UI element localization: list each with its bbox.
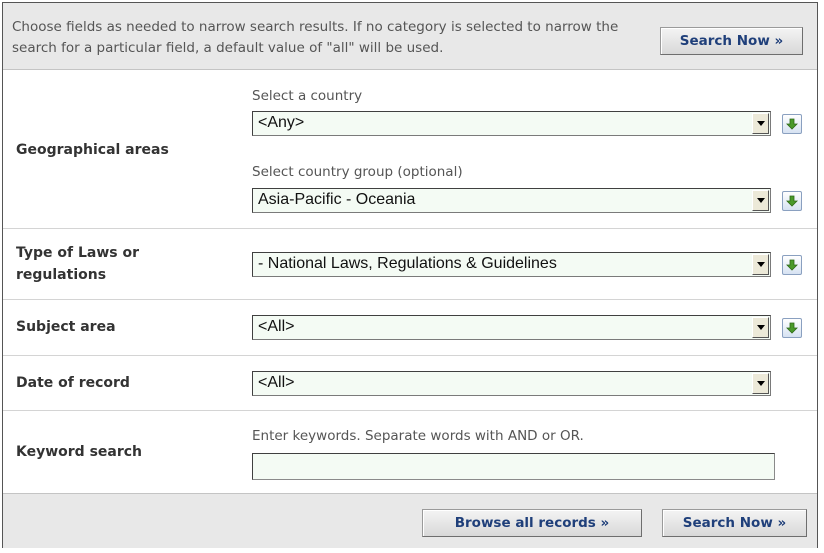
laws-type-select[interactable]: - National Laws, Regulations & Guideline… xyxy=(252,252,771,277)
search-now-button-top[interactable]: Search Now » xyxy=(660,27,803,55)
laws-type-label-line1: Type of Laws or xyxy=(16,245,140,261)
country-group-hint: Select country group (optional) xyxy=(252,164,463,180)
country-hint: Select a country xyxy=(252,88,363,104)
intro-text: Choose fields as needed to narrow search… xyxy=(12,19,619,56)
search-now-button-bottom[interactable]: Search Now » xyxy=(662,509,807,537)
form-header: Choose fields as needed to narrow search… xyxy=(3,3,817,70)
date-of-record-select-value: <All> xyxy=(258,374,295,391)
row-divider xyxy=(3,299,817,300)
subject-area-label: Subject area xyxy=(16,319,116,335)
add-to-selection-icon xyxy=(786,259,798,271)
laws-type-label-line2: regulations xyxy=(16,267,107,283)
country-select-value: <Any> xyxy=(258,114,305,131)
country-select[interactable]: <Any> xyxy=(252,111,771,136)
chevron-down-icon[interactable] xyxy=(752,254,769,275)
add-subject-area-button[interactable] xyxy=(782,318,802,338)
row-divider xyxy=(3,410,817,411)
add-to-selection-icon xyxy=(786,195,798,207)
country-group-select[interactable]: Asia-Pacific - Oceania xyxy=(252,188,771,213)
subject-area-select-value: <All> xyxy=(258,318,295,335)
date-of-record-label: Date of record xyxy=(16,375,130,391)
chevron-down-icon[interactable] xyxy=(752,190,769,211)
country-group-select-value: Asia-Pacific - Oceania xyxy=(258,191,416,208)
keyword-input[interactable] xyxy=(252,453,775,480)
add-country-group-button[interactable] xyxy=(782,191,802,211)
chevron-down-icon[interactable] xyxy=(752,373,769,394)
chevron-down-icon[interactable] xyxy=(752,317,769,338)
laws-type-select-value: - National Laws, Regulations & Guideline… xyxy=(258,255,557,272)
browse-all-records-button[interactable]: Browse all records » xyxy=(422,509,642,537)
row-divider xyxy=(3,355,817,356)
keyword-hint: Enter keywords. Separate words with AND … xyxy=(252,428,584,444)
chevron-down-icon[interactable] xyxy=(752,113,769,134)
keyword-search-label: Keyword search xyxy=(16,444,143,460)
add-country-button[interactable] xyxy=(782,114,802,134)
search-form: Choose fields as needed to narrow search… xyxy=(2,2,818,548)
geographical-areas-label: Geographical areas xyxy=(16,142,169,158)
form-footer: Browse all records » Search Now » xyxy=(3,493,817,548)
add-laws-type-button[interactable] xyxy=(782,255,802,275)
row-divider xyxy=(3,228,817,229)
add-to-selection-icon xyxy=(786,322,798,334)
add-to-selection-icon xyxy=(786,118,798,130)
date-of-record-select[interactable]: <All> xyxy=(252,371,771,396)
subject-area-select[interactable]: <All> xyxy=(252,315,771,340)
